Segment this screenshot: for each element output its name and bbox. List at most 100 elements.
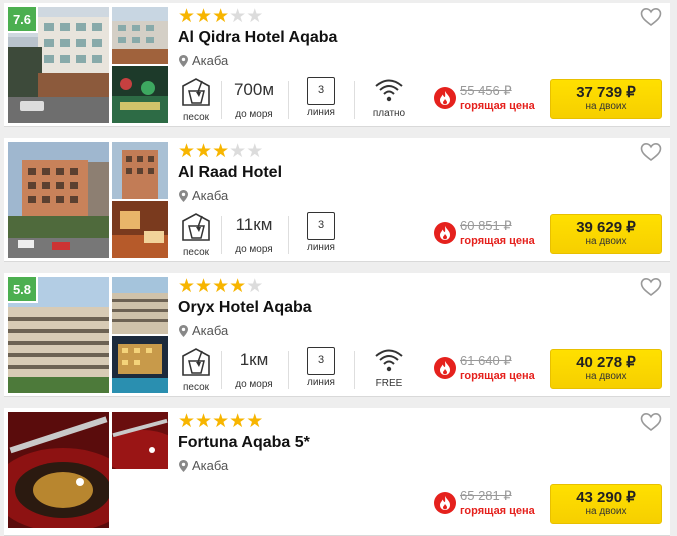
- price-button[interactable]: 37 739 ₽ на двоих: [550, 79, 662, 119]
- beach-line: 3 линия: [299, 77, 343, 118]
- star-rating: ★★★★★: [178, 275, 264, 297]
- hotel-photo-thumb[interactable]: [112, 201, 168, 258]
- star-icon: ★: [212, 5, 230, 27]
- hotel-location: Акаба: [179, 323, 228, 338]
- hotel-photo-thumb[interactable]: [112, 142, 168, 199]
- hotel-photos[interactable]: [8, 412, 172, 528]
- line-number: 3: [307, 212, 335, 240]
- beach-label: песок: [182, 112, 210, 123]
- distance-value: 1км: [239, 350, 269, 369]
- star-icon: ★: [246, 5, 264, 27]
- star-rating: ★★★★★: [178, 5, 264, 27]
- star-icon: ★: [195, 275, 213, 297]
- beach-type: песок: [176, 212, 216, 258]
- star-icon: ★: [178, 410, 196, 432]
- hotel-photos[interactable]: 7.6: [8, 7, 172, 123]
- star-rating: ★★★★★: [178, 410, 264, 432]
- heart-outline-icon[interactable]: [640, 412, 662, 432]
- star-icon: ★: [178, 275, 196, 297]
- divider: [221, 216, 222, 254]
- line-label: линия: [307, 377, 335, 388]
- hotel-photos[interactable]: [8, 142, 172, 258]
- old-price: 55 456 ₽: [460, 83, 512, 98]
- city-label: Акаба: [192, 458, 229, 473]
- map-pin-icon: [179, 190, 188, 202]
- distance-value: 700м: [233, 80, 275, 99]
- divider: [288, 81, 289, 119]
- hotel-photo-thumb[interactable]: [112, 7, 168, 64]
- beach-line: 3 линия: [299, 347, 343, 388]
- hot-price-label: горящая цена: [460, 505, 535, 517]
- map-pin-icon: [179, 325, 188, 337]
- star-icon: ★: [195, 5, 213, 27]
- star-icon: ★: [229, 5, 247, 27]
- star-icon: ★: [229, 410, 247, 432]
- city-label: Акаба: [192, 323, 229, 338]
- hotel-photo-main[interactable]: [8, 412, 109, 528]
- wifi-info: платно: [364, 77, 414, 119]
- hotel-photo-thumb[interactable]: [112, 277, 168, 334]
- hotel-photo-thumb[interactable]: [112, 336, 168, 393]
- hotel-card[interactable]: 7.6 ★★★★★ Al Qidra Hotel Aqaba Акаба песок 70…: [4, 3, 670, 127]
- sand-bucket-icon: [182, 78, 210, 106]
- price-subtitle: на двоих: [585, 101, 627, 112]
- star-icon: ★: [212, 275, 230, 297]
- wifi-label: платно: [372, 108, 406, 119]
- beach-label: песок: [182, 382, 210, 393]
- wifi-icon: [375, 79, 403, 102]
- star-icon: ★: [246, 410, 264, 432]
- divider: [221, 351, 222, 389]
- hotel-location: Акаба: [179, 53, 228, 68]
- price-button[interactable]: 39 629 ₽ на двоих: [550, 214, 662, 254]
- map-pin-icon: [179, 460, 188, 472]
- rating-badge: 5.8: [8, 277, 38, 303]
- hotel-card[interactable]: 5.8 ★★★★★ Oryx Hotel Aqaba Акаба песок 1км до …: [4, 273, 670, 397]
- star-icon: ★: [246, 275, 264, 297]
- distance-to-sea: 700м до моря: [226, 77, 282, 120]
- price-button[interactable]: 43 290 ₽ на двоих: [550, 484, 662, 524]
- hotel-location: Акаба: [179, 458, 228, 473]
- hotel-name[interactable]: Al Qidra Hotel Aqaba: [178, 29, 337, 47]
- star-icon: ★: [195, 140, 213, 162]
- price-value: 43 290 ₽: [576, 489, 636, 506]
- hotel-photo-thumb[interactable]: [112, 412, 168, 469]
- hotel-name[interactable]: Al Raad Hotel: [178, 164, 282, 182]
- divider: [354, 81, 355, 119]
- star-icon: ★: [229, 140, 247, 162]
- fire-icon: [434, 357, 456, 379]
- star-icon: ★: [229, 275, 247, 297]
- hotel-card[interactable]: ★★★★★ Fortuna Aqaba 5* Акаба 65 281 ₽ горяща…: [4, 408, 670, 536]
- hotel-card[interactable]: ★★★★★ Al Raad Hotel Акаба песок 11км до моря 3…: [4, 138, 670, 262]
- distance-value: 11км: [235, 215, 273, 234]
- hotel-name[interactable]: Oryx Hotel Aqaba: [178, 299, 312, 317]
- wifi-info: FREE: [364, 347, 414, 389]
- price-value: 39 629 ₽: [576, 219, 636, 236]
- beach-type: песок: [176, 347, 216, 393]
- old-price: 65 281 ₽: [460, 488, 512, 503]
- star-icon: ★: [178, 5, 196, 27]
- distance-to-sea: 1км до моря: [226, 347, 282, 390]
- heart-outline-icon[interactable]: [640, 277, 662, 297]
- heart-outline-icon[interactable]: [640, 7, 662, 27]
- old-price: 61 640 ₽: [460, 353, 512, 368]
- map-pin-icon: [179, 55, 188, 67]
- fire-icon: [434, 87, 456, 109]
- hotel-photo-main[interactable]: [8, 142, 109, 258]
- city-label: Акаба: [192, 188, 229, 203]
- wifi-label: FREE: [375, 378, 403, 389]
- hotel-location: Акаба: [179, 188, 228, 203]
- divider: [354, 351, 355, 389]
- line-number: 3: [307, 347, 335, 375]
- hotel-photo-thumb[interactable]: [112, 66, 168, 123]
- fire-icon: [434, 222, 456, 244]
- sand-bucket-icon: [182, 213, 210, 241]
- heart-outline-icon[interactable]: [640, 142, 662, 162]
- star-icon: ★: [212, 140, 230, 162]
- hotel-photos[interactable]: 5.8: [8, 277, 172, 393]
- sand-bucket-icon: [182, 348, 210, 376]
- star-icon: ★: [246, 140, 264, 162]
- price-button[interactable]: 40 278 ₽ на двоих: [550, 349, 662, 389]
- rating-badge: 7.6: [8, 7, 38, 33]
- price-subtitle: на двоих: [585, 506, 627, 517]
- hotel-name[interactable]: Fortuna Aqaba 5*: [178, 434, 310, 452]
